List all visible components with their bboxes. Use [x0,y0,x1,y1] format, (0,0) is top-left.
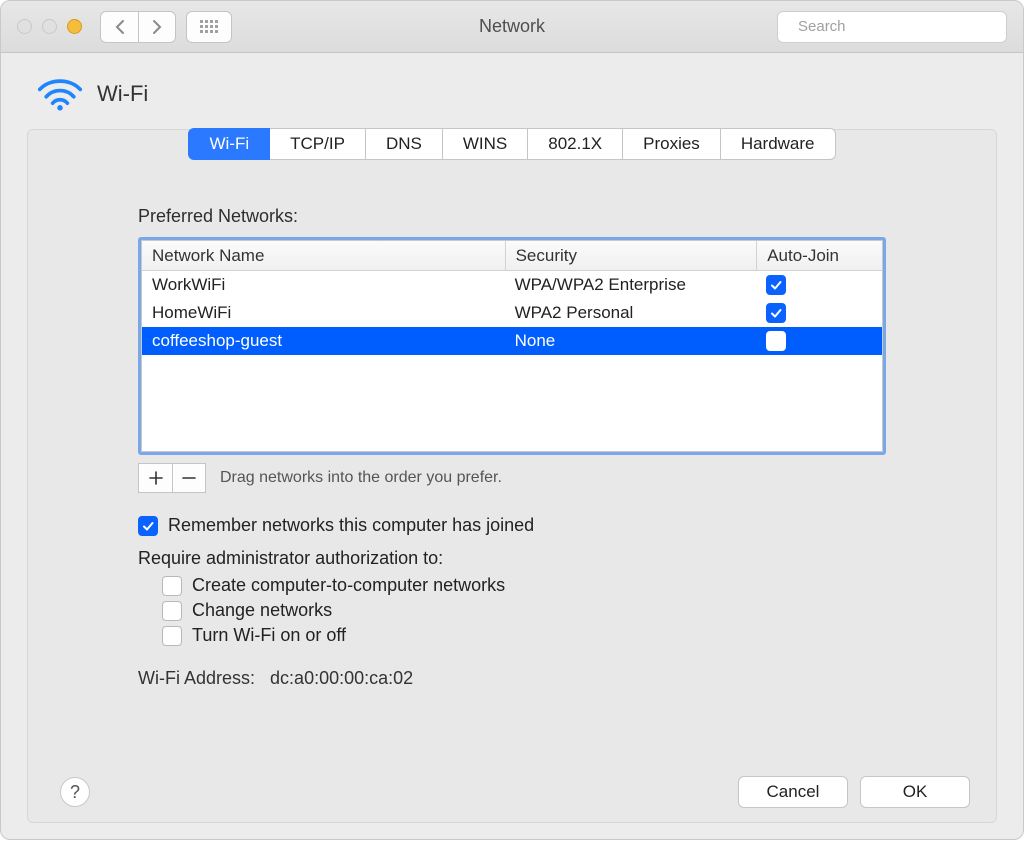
wifi-address-label: Wi-Fi Address: [138,668,255,688]
chevron-left-icon [114,19,125,35]
cell-network-name: WorkWiFi [142,271,505,299]
page-title: Wi-Fi [97,81,148,107]
nav-buttons [100,11,176,43]
tab-802-1x[interactable]: 802.1X [528,128,623,160]
admin-opt-checkbox[interactable] [162,601,182,621]
auto-join-checkbox[interactable] [766,303,786,323]
network-preferences-window: Network Wi-Fi Wi-FiTCP/IPDNSWINS802.1XPr… [0,0,1024,840]
wifi-address-row: Wi-Fi Address: dc:a0:00:00:ca:02 [138,668,886,689]
wifi-address-value: dc:a0:00:00:ca:02 [270,668,413,688]
titlebar: Network [1,1,1023,53]
cell-network-name: HomeWiFi [142,299,505,327]
networks-table-focus-ring: Network Name Security Auto-Join WorkWiFi… [138,237,886,455]
tab-wi-fi[interactable]: Wi-Fi [188,128,270,160]
show-all-button[interactable] [186,11,232,43]
chevron-right-icon [152,19,163,35]
minus-icon [182,471,196,485]
cell-network-name: coffeeshop-guest [142,327,505,355]
table-row[interactable]: WorkWiFiWPA/WPA2 Enterprise [142,271,882,299]
add-network-button[interactable] [138,463,172,493]
admin-opt-label: Change networks [192,600,332,621]
traffic-lights [17,19,82,34]
admin-opt-row: Create computer-to-computer networks [162,575,886,596]
admin-opt-label: Turn Wi-Fi on or off [192,625,346,646]
plus-icon [149,471,163,485]
cell-security: None [505,327,757,355]
admin-opt-row: Change networks [162,600,886,621]
back-button[interactable] [100,11,138,43]
table-row[interactable]: HomeWiFiWPA2 Personal [142,299,882,327]
grid-icon [200,20,218,33]
wifi-icon [37,77,83,111]
tab-proxies[interactable]: Proxies [623,128,721,160]
admin-opt-checkbox[interactable] [162,626,182,646]
forward-button[interactable] [138,11,176,43]
minimize-window-button[interactable] [42,19,57,34]
add-remove-buttons [138,463,206,493]
help-icon: ? [70,782,80,803]
footer: ? Cancel OK [28,776,996,808]
col-auto-join[interactable]: Auto-Join [756,241,882,270]
cell-security: WPA2 Personal [505,299,757,327]
remove-network-button[interactable] [172,463,206,493]
zoom-window-button[interactable] [67,19,82,34]
check-icon [141,519,155,533]
help-button[interactable]: ? [60,777,90,807]
ok-button[interactable]: OK [860,776,970,808]
admin-opt-label: Create computer-to-computer networks [192,575,505,596]
col-network-name[interactable]: Network Name [142,241,505,270]
table-row[interactable]: coffeeshop-guestNone [142,327,882,355]
header: Wi-Fi [1,53,1023,129]
remember-networks-row: Remember networks this computer has join… [138,515,886,536]
cancel-button[interactable]: Cancel [738,776,848,808]
check-icon [769,306,783,320]
cell-auto-join [756,327,882,355]
check-icon [769,278,783,292]
networks-table[interactable]: Network Name Security Auto-Join WorkWiFi… [141,240,883,452]
tabs: Wi-FiTCP/IPDNSWINS802.1XProxiesHardware [28,128,996,160]
cell-auto-join [756,299,882,327]
remember-networks-label: Remember networks this computer has join… [168,515,534,536]
cell-auto-join [756,271,882,299]
search-input[interactable] [796,17,999,36]
tab-dns[interactable]: DNS [366,128,443,160]
table-header: Network Name Security Auto-Join [142,241,882,271]
drag-hint: Drag networks into the order you prefer. [220,469,502,487]
close-window-button[interactable] [17,19,32,34]
col-security[interactable]: Security [505,241,757,270]
cell-security: WPA/WPA2 Enterprise [505,271,757,299]
admin-auth-label: Require administrator authorization to: [138,548,886,569]
remember-networks-checkbox[interactable] [138,516,158,536]
preferred-networks-label: Preferred Networks: [138,206,886,227]
tab-tcp-ip[interactable]: TCP/IP [270,128,366,160]
tab-wins[interactable]: WINS [443,128,528,160]
auto-join-checkbox[interactable] [766,331,786,351]
admin-opt-row: Turn Wi-Fi on or off [162,625,886,646]
tab-hardware[interactable]: Hardware [721,128,836,160]
auto-join-checkbox[interactable] [766,275,786,295]
settings-panel: Wi-FiTCP/IPDNSWINS802.1XProxiesHardware … [27,129,997,823]
admin-opt-checkbox[interactable] [162,576,182,596]
search-field[interactable] [777,11,1007,43]
